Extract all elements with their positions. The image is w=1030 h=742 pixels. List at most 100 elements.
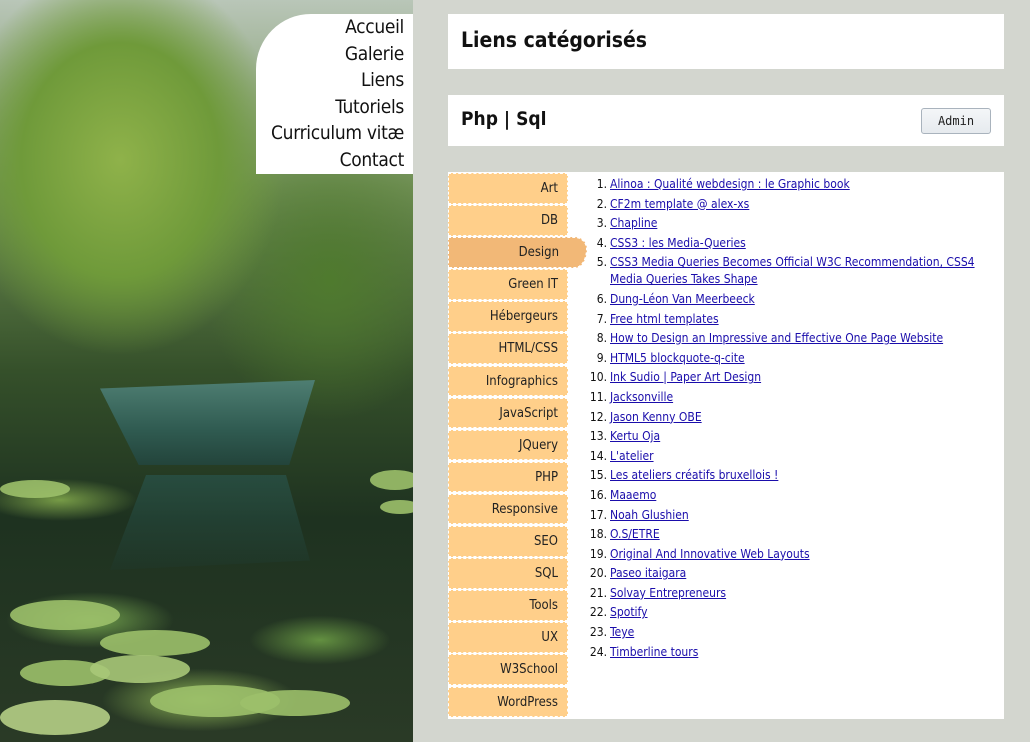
nav-list: Accueil Galerie Liens Tutoriels Curricul… (256, 14, 413, 174)
link-item[interactable]: Timberline tours (610, 645, 698, 659)
list-item: 9. HTML5 blockquote-q-cite (597, 350, 994, 367)
list-item: 11. Jacksonville (590, 389, 994, 406)
category-tab-html-css[interactable]: HTML/CSS (448, 333, 568, 364)
nav-item-contact[interactable]: Contact (256, 147, 413, 174)
link-item[interactable]: L'atelier (610, 449, 654, 463)
list-item: 24. Timberline tours (590, 644, 994, 661)
category-tab-tools[interactable]: Tools (448, 590, 568, 621)
nav-item-curriculum[interactable]: Curriculum vitæ (256, 120, 413, 147)
list-item: 10. Ink Sudio | Paper Art Design (590, 369, 994, 386)
list-item: 3. Chapline (597, 215, 994, 232)
list-number: 3. (596, 216, 607, 231)
page-header: Liens catégorisés (448, 14, 1004, 69)
link-item[interactable]: Solvay Entrepreneurs (610, 586, 726, 600)
main-nav: Accueil Galerie Liens Tutoriels Curricul… (256, 14, 413, 174)
category-tab-sql[interactable]: SQL (448, 558, 568, 589)
list-item: 4. CSS3 : les Media-Queries (597, 235, 994, 252)
list-number: 20. (589, 566, 607, 581)
lily-pad (240, 690, 350, 716)
category-tab-design[interactable]: Design (448, 237, 587, 268)
link-item[interactable]: Spotify (610, 605, 648, 619)
list-number: 2. (596, 196, 607, 211)
list-number: 8. (596, 331, 607, 346)
list-number: 5. (596, 255, 607, 270)
list-item: 5. CSS3 Media Queries Becomes Official W3… (597, 254, 994, 288)
link-item[interactable]: How to Design an Impressive and Effectiv… (610, 331, 943, 345)
list-number: 24. (589, 644, 607, 659)
page-title: Liens catégorisés (461, 28, 648, 52)
list-number: 16. (589, 487, 607, 502)
category-tab-db[interactable]: DB (448, 205, 568, 236)
link-item[interactable]: Jacksonville (610, 390, 673, 404)
list-item: 13. Kertu Oja (590, 428, 994, 445)
category-tab-art[interactable]: Art (448, 173, 568, 204)
category-tab-javascript[interactable]: JavaScript (448, 397, 568, 429)
list-number: 21. (589, 585, 607, 600)
category-tab-w3school[interactable]: W3School (448, 654, 568, 685)
category-tab-php[interactable]: PHP (448, 461, 568, 493)
category-tab-seo[interactable]: SEO (448, 526, 568, 557)
list-item: 17. Noah Glushien (590, 507, 994, 524)
list-number: 14. (589, 448, 607, 463)
link-item[interactable]: Jason Kenny OBE (610, 410, 702, 424)
lily-pad (0, 480, 70, 498)
link-item[interactable]: Noah Glushien (610, 508, 689, 522)
link-item[interactable]: Paseo itaigara (610, 566, 686, 580)
nav-item-galerie[interactable]: Galerie (256, 41, 413, 68)
list-item: 8. How to Design an Impressive and Effect… (597, 330, 994, 347)
willow-pond-photo: Accueil Galerie Liens Tutoriels Curricul… (0, 0, 413, 742)
category-tab-hebergeurs[interactable]: Hébergeurs (448, 301, 568, 332)
list-item: 21. Solvay Entrepreneurs (590, 585, 994, 602)
link-item[interactable]: Dung-Léon Van Meerbeeck (610, 292, 755, 306)
category-tab-wordpress[interactable]: WordPress (448, 686, 568, 717)
list-item: 12. Jason Kenny OBE (590, 409, 994, 426)
category-tab-green-it[interactable]: Green IT (448, 269, 568, 300)
list-number: 13. (589, 429, 607, 444)
list-number: 15. (589, 468, 607, 483)
category-tab-ux[interactable]: UX (448, 622, 568, 653)
link-item[interactable]: CSS3 Media Queries Becomes Official W3C … (610, 255, 975, 286)
list-number: 4. (596, 235, 607, 250)
link-item[interactable]: Original And Innovative Web Layouts (610, 547, 810, 561)
nav-item-accueil[interactable]: Accueil (256, 14, 413, 41)
list-number: 6. (596, 291, 607, 306)
list-item: 1. Alinoa : Qualité webdesign : le Graphi… (597, 176, 994, 193)
list-number: 19. (589, 546, 607, 561)
link-item[interactable]: Teye (610, 625, 634, 639)
category-tab-jquery[interactable]: JQuery (448, 429, 568, 461)
link-item[interactable]: Les ateliers créatifs bruxellois ! (610, 468, 778, 482)
link-item[interactable]: Free html templates (610, 312, 719, 326)
list-item: 14. L'atelier (590, 448, 994, 465)
list-number: 9. (596, 350, 607, 365)
category-sidebar: Art DB Design Green IT Hébergeurs HTML/C… (448, 173, 587, 719)
list-item: 2. CF2m template @ alex-xs (597, 196, 994, 213)
list-number: 7. (596, 311, 607, 326)
section-bar: Php | Sql Admin (448, 95, 1004, 146)
admin-button[interactable]: Admin (921, 108, 991, 134)
list-number: 23. (589, 625, 607, 640)
link-item[interactable]: Kertu Oja (610, 429, 660, 443)
list-item: 6. Dung-Léon Van Meerbeeck (597, 291, 994, 308)
link-item[interactable]: O.S/ETRE (610, 527, 660, 541)
link-list: 1. Alinoa : Qualité webdesign : le Graphi… (590, 176, 994, 663)
link-item[interactable]: Maaemo (610, 488, 656, 502)
category-tab-infographics[interactable]: Infographics (448, 365, 568, 397)
nav-item-tutoriels[interactable]: Tutoriels (256, 94, 413, 121)
nav-item-liens[interactable]: Liens (256, 67, 413, 94)
link-item[interactable]: CF2m template @ alex-xs (610, 197, 749, 211)
link-item[interactable]: Alinoa : Qualité webdesign : le Graphic … (610, 177, 850, 191)
link-item[interactable]: Chapline (610, 216, 657, 230)
list-number: 22. (589, 605, 607, 620)
section-title: Php | Sql (461, 108, 547, 130)
list-item: 18. O.S/ETRE (590, 526, 994, 543)
links-panel: Art DB Design Green IT Hébergeurs HTML/C… (448, 172, 1004, 719)
list-item: 7. Free html templates (597, 311, 994, 328)
list-number: 17. (589, 507, 607, 522)
link-item[interactable]: Ink Sudio | Paper Art Design (610, 370, 761, 384)
link-item[interactable]: CSS3 : les Media-Queries (610, 236, 746, 250)
link-item[interactable]: HTML5 blockquote-q-cite (610, 351, 745, 365)
category-tab-responsive[interactable]: Responsive (448, 493, 568, 525)
list-number: 11. (589, 389, 607, 404)
list-number: 1. (596, 177, 607, 191)
list-number: 18. (589, 527, 607, 542)
